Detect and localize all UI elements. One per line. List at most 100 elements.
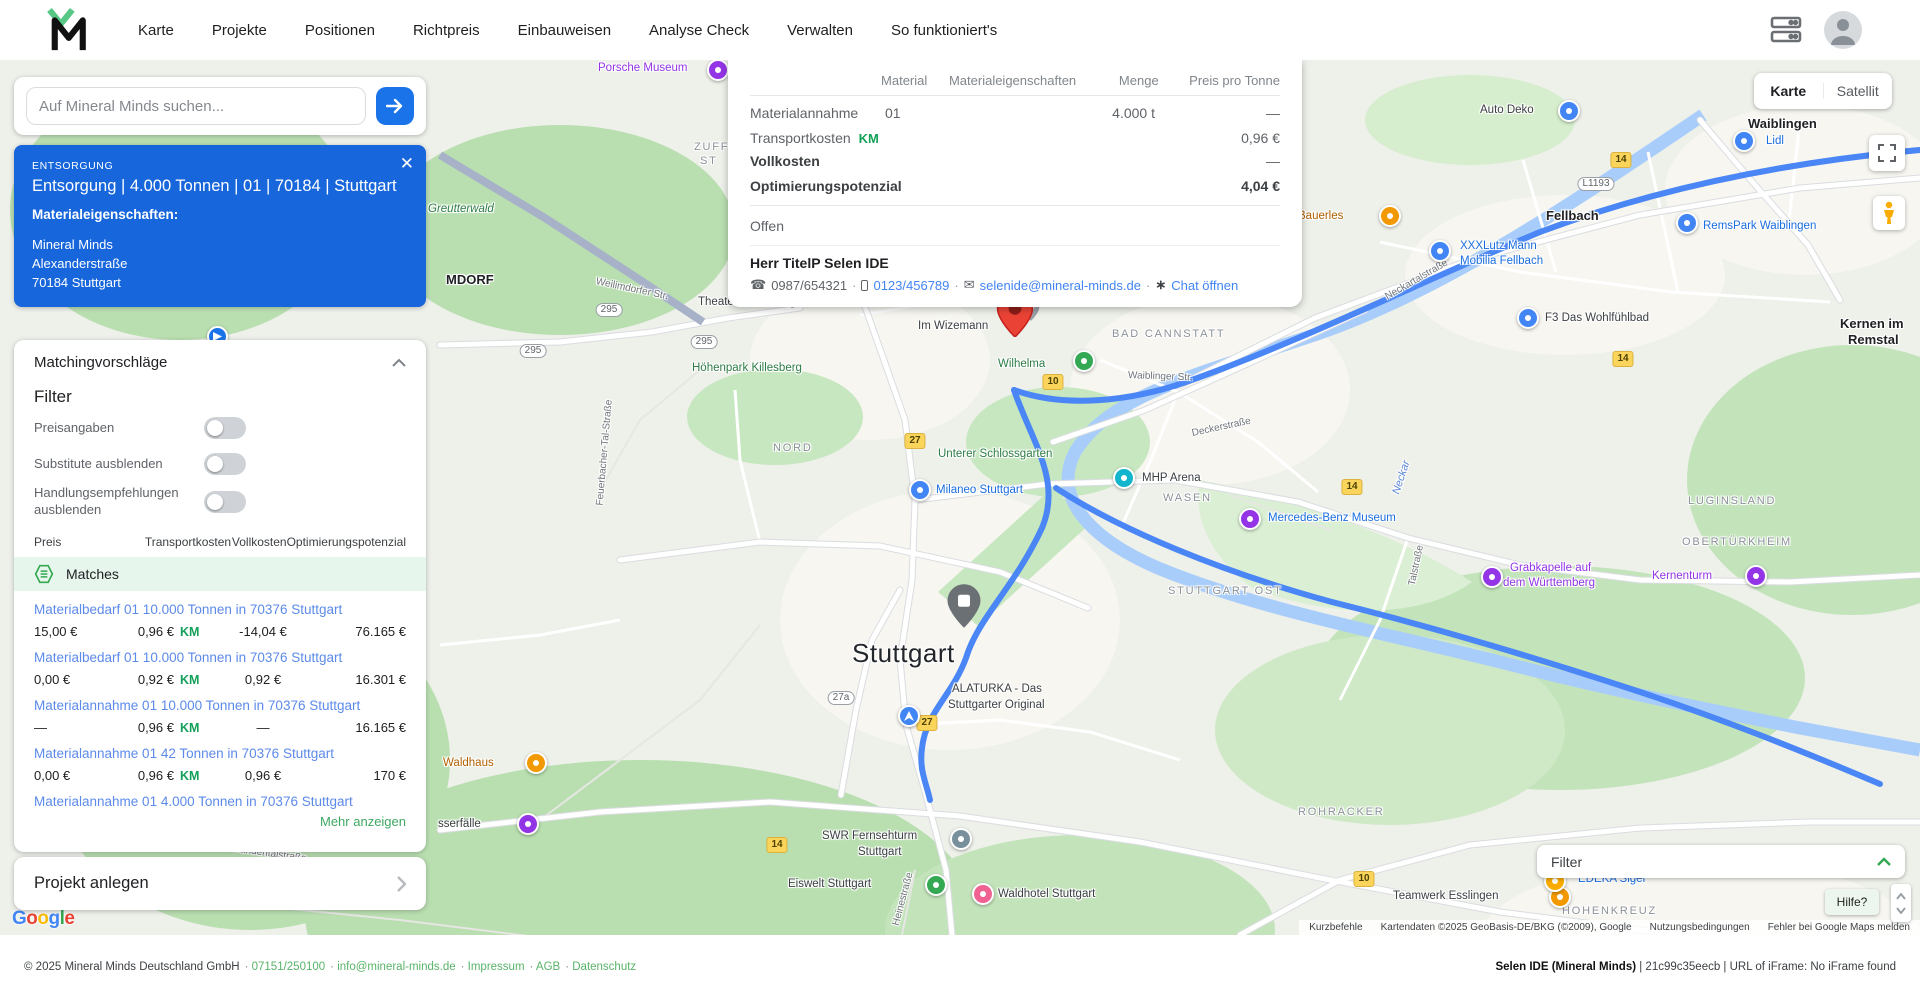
- route-arrow-icon[interactable]: [898, 705, 920, 727]
- nav-item-analyse-check[interactable]: Analyse Check: [649, 22, 749, 39]
- shortcuts-link[interactable]: Kurzbefehle: [1309, 922, 1362, 933]
- map-type-satellit[interactable]: Satellit: [1822, 83, 1893, 99]
- status-text: Offen: [750, 218, 784, 234]
- pegman-icon[interactable]: [1873, 196, 1905, 230]
- map-label: ROHRACKER: [1298, 806, 1385, 818]
- map-label: Waldhotel Stuttgart: [998, 888, 1096, 900]
- map-label: Auto Deko: [1480, 104, 1534, 116]
- shopping-icon[interactable]: [909, 479, 931, 501]
- email-link[interactable]: selenide@mineral-minds.de: [980, 278, 1141, 293]
- store-icon[interactable]: [1429, 240, 1451, 262]
- map-filter-bar[interactable]: Filter: [1537, 845, 1905, 878]
- road-badge: 14: [1612, 351, 1634, 367]
- nav-item-einbauweisen[interactable]: Einbauweisen: [518, 22, 611, 39]
- nav-item-richtpreis[interactable]: Richtpreis: [413, 22, 480, 39]
- road-badge: 14: [766, 837, 788, 853]
- properties-label: Materialeigenschaften:: [32, 207, 179, 222]
- origin-gray-pin-icon[interactable]: [946, 584, 982, 633]
- museum-icon[interactable]: [1239, 508, 1261, 530]
- km-badge: KM: [180, 624, 200, 639]
- match-row-title[interactable]: Materialannahme 01 4.000 Tonnen in 70376…: [34, 794, 406, 809]
- map-label: Bauerles: [1298, 210, 1344, 222]
- pool-icon[interactable]: [1517, 307, 1539, 329]
- nav-item-positionen[interactable]: Positionen: [305, 22, 375, 39]
- session-info-bold: Selen IDE (Mineral Minds): [1495, 961, 1637, 973]
- show-more-link[interactable]: Mehr anzeigen: [34, 814, 406, 839]
- google-logo[interactable]: Google: [12, 908, 75, 930]
- store-icon[interactable]: [1733, 130, 1755, 152]
- search-card: [14, 77, 426, 135]
- nav-item-projekte[interactable]: Projekte: [212, 22, 267, 39]
- match-row-title[interactable]: Materialbedarf 01 10.000 Tonnen in 70376…: [34, 650, 406, 665]
- machines-icon[interactable]: [1770, 15, 1802, 45]
- column-header: Optimierungspotenzial: [286, 534, 406, 549]
- matches-icon: [34, 564, 54, 583]
- help-button[interactable]: Hilfe?: [1825, 889, 1879, 915]
- terms-link[interactable]: Nutzungsbedingungen: [1650, 922, 1750, 933]
- footer-link-impressum[interactable]: Impressum: [461, 961, 525, 973]
- chat-icon: ∗: [1155, 277, 1167, 292]
- match-row-title[interactable]: Materialannahme 01 42 Tonnen in 70376 St…: [34, 746, 406, 761]
- report-error-link[interactable]: Fehler bei Google Maps melden: [1768, 922, 1910, 933]
- zoo-paw-icon[interactable]: [1073, 350, 1095, 372]
- chevron-down-icon: [1896, 906, 1906, 914]
- tower-icon[interactable]: [1745, 565, 1767, 587]
- map-label: NORD: [773, 442, 813, 454]
- match-detail-popup: Material Materialeigenschaften Menge Pre…: [728, 60, 1302, 307]
- museum-icon[interactable]: [707, 60, 729, 81]
- nav-item-karte[interactable]: Karte: [138, 22, 174, 39]
- attraction-icon[interactable]: [925, 874, 947, 896]
- match-column-headers: Preis Transportkosten Vollkosten Optimierun…: [34, 535, 406, 549]
- waterfall-icon[interactable]: [517, 813, 539, 835]
- google-logo-letter: o: [37, 908, 49, 929]
- map-label: ST: [700, 155, 718, 167]
- map-label: Kernen im: [1840, 316, 1904, 331]
- popup-row-vollkosten: Vollkosten —: [750, 153, 1280, 169]
- footer-link-datenschutz[interactable]: Datenschutz: [565, 961, 636, 973]
- session-info-rest: | 21c99c35eecb | URL of iFrame: No iFram…: [1636, 961, 1896, 973]
- footer-link-agb[interactable]: AGB: [530, 961, 560, 973]
- monument-icon[interactable]: [1481, 566, 1503, 588]
- attraction-icon[interactable]: [1676, 212, 1698, 234]
- fullscreen-button[interactable]: [1869, 135, 1905, 171]
- stadium-icon[interactable]: [1113, 467, 1135, 489]
- filter-toggles: Preisangaben Substitute ausblenden Handl…: [34, 413, 406, 519]
- collapse-chevron-icon[interactable]: [392, 358, 406, 367]
- close-icon[interactable]: ✕: [400, 155, 414, 172]
- store-icon[interactable]: [1558, 100, 1580, 122]
- search-submit-button[interactable]: [376, 87, 414, 125]
- map-label: Stuttgarter Original: [948, 699, 1045, 711]
- toggle-switch[interactable]: [204, 453, 246, 475]
- map-label: sserfälle: [438, 818, 481, 830]
- selection-title: Entsorgung | 4.000 Tonnen | 01 | 70184 |…: [32, 177, 397, 195]
- match-row-title[interactable]: Materialannahme 01 10.000 Tonnen in 7037…: [34, 698, 406, 713]
- collapsed-zoom-control[interactable]: [1891, 884, 1911, 922]
- toggle-switch[interactable]: [204, 417, 246, 439]
- nav-item-verwalten[interactable]: Verwalten: [787, 22, 853, 39]
- column-header: Preis: [34, 534, 62, 549]
- map-label: Unterer Schlossgarten: [938, 448, 1053, 460]
- avatar[interactable]: [1824, 11, 1862, 49]
- map-type-karte[interactable]: Karte: [1754, 83, 1823, 99]
- toggle-label: Handlungsempfehlungen ausblenden: [34, 485, 179, 517]
- mineral-minds-logo-icon[interactable]: [46, 7, 88, 53]
- toggle-switch[interactable]: [204, 490, 246, 513]
- road-badge: L1193: [1577, 177, 1615, 191]
- mobile-number-link[interactable]: 0123/456789: [873, 278, 949, 293]
- chat-link[interactable]: Chat öffnen: [1171, 278, 1238, 293]
- map-label: Stuttgart: [852, 638, 955, 668]
- map-label: WASEN: [1163, 492, 1212, 504]
- footer-link-info-mineral-minds-de[interactable]: info@mineral-minds.de: [330, 961, 455, 973]
- hotel-icon[interactable]: [972, 883, 994, 905]
- nav-item-so-funktioniert-s[interactable]: So funktioniert's: [891, 22, 997, 39]
- col-material: Material: [881, 73, 928, 88]
- map-filter-label: Filter: [1551, 853, 1583, 870]
- restaurant-icon[interactable]: [525, 752, 547, 774]
- search-input[interactable]: [26, 87, 366, 125]
- restaurant-icon[interactable]: [1379, 205, 1401, 227]
- create-project-button[interactable]: Projekt anlegen: [14, 857, 426, 910]
- map-label: Fellbach: [1546, 208, 1599, 223]
- match-row-title[interactable]: Materialbedarf 01 10.000 Tonnen in 70376…: [34, 602, 406, 617]
- footer-link-07151-250100[interactable]: 07151/250100: [245, 961, 326, 973]
- tv-tower-icon[interactable]: [950, 828, 972, 850]
